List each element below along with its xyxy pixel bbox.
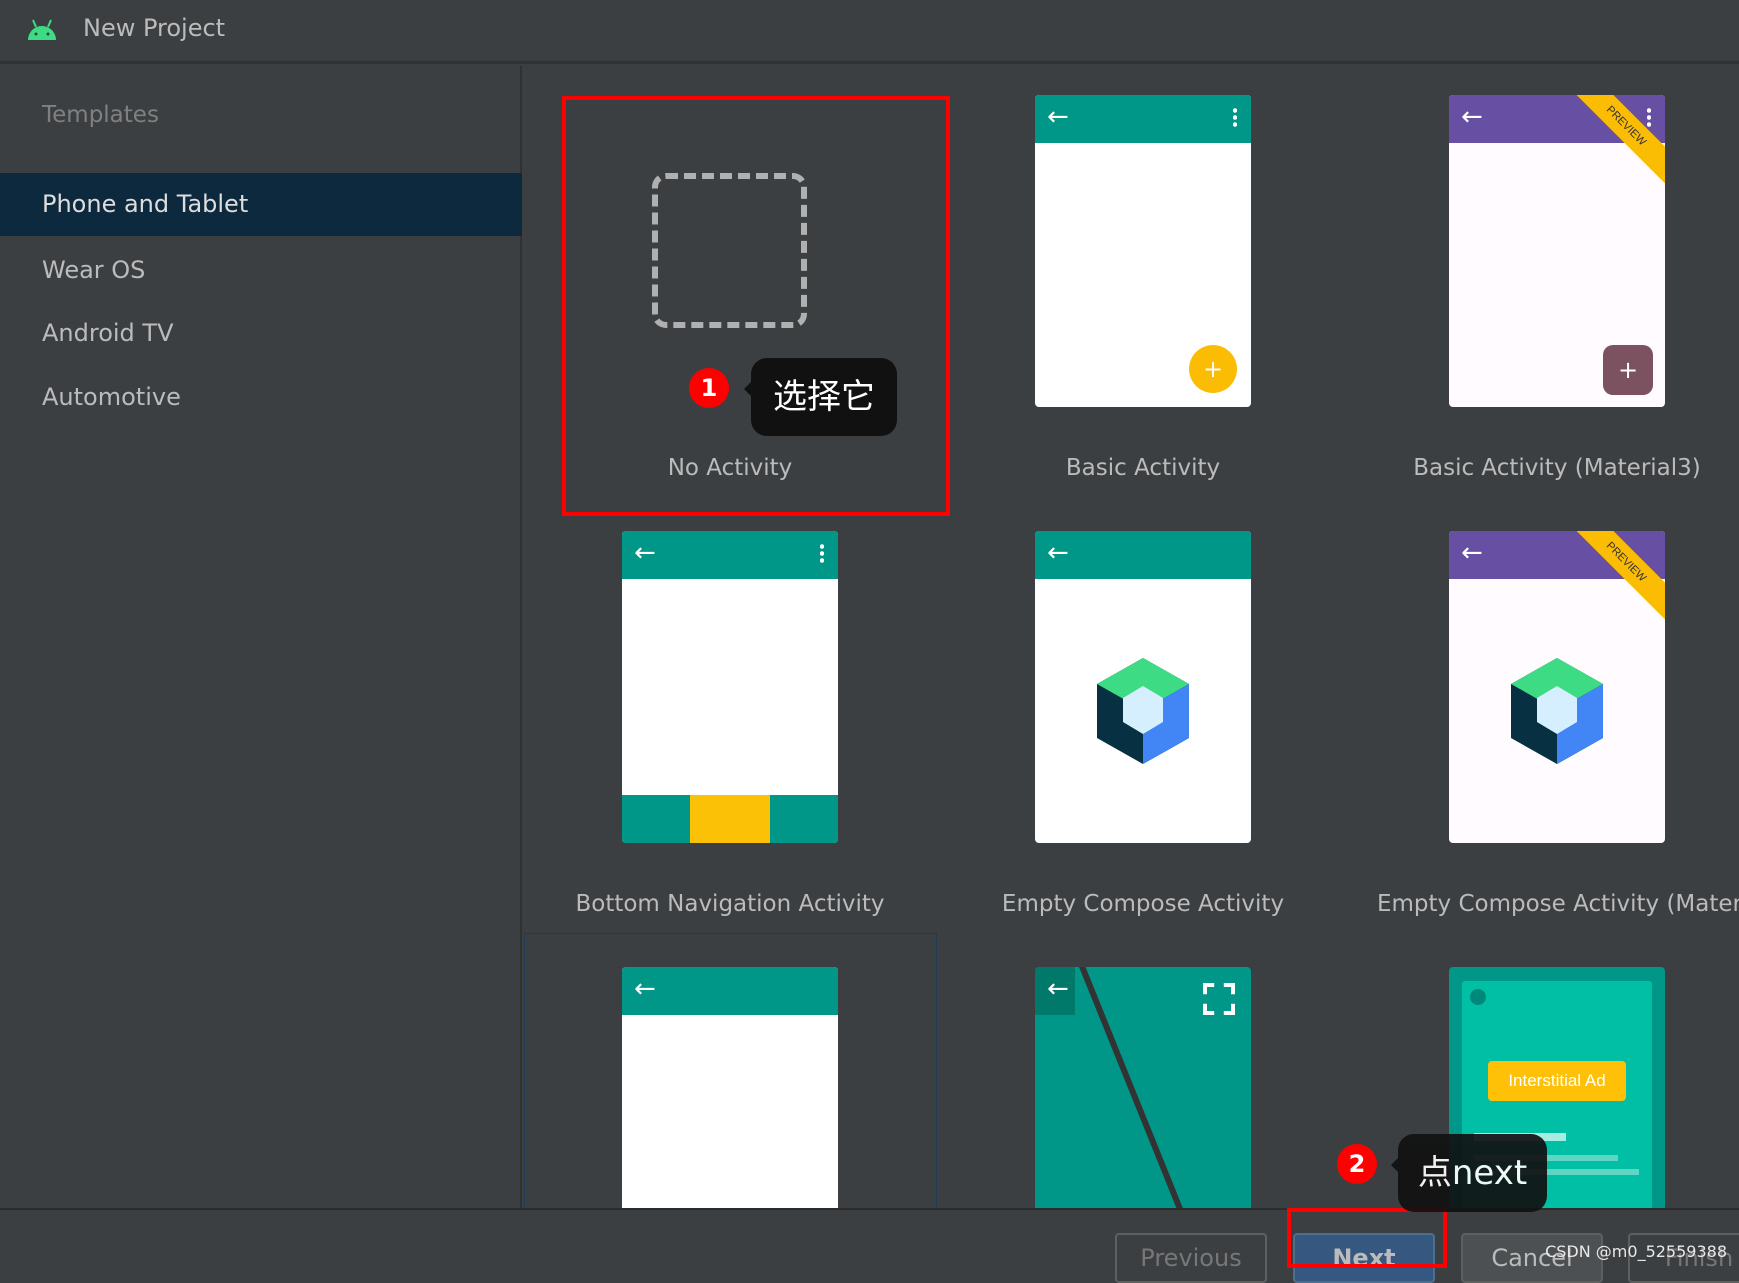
template-label: Empty Compose Activity (Material3) bbox=[1377, 891, 1739, 917]
previous-button[interactable]: Previous bbox=[1115, 1233, 1267, 1283]
template-empty-compose-activity-material3[interactable]: ← PREVIEW bbox=[1449, 531, 1665, 843]
annotation-callout: 点next bbox=[1391, 1134, 1547, 1212]
more-vert-icon bbox=[820, 543, 824, 563]
template-basic-activity-material3[interactable]: ← PREVIEW + bbox=[1449, 95, 1665, 407]
interstitial-ad-label: Interstitial Ad bbox=[1488, 1061, 1626, 1101]
watermark: CSDN @m0_52559388 bbox=[1545, 1242, 1727, 1261]
back-arrow-icon: ← bbox=[634, 974, 656, 1004]
template-label: Empty Compose Activity bbox=[1001, 891, 1285, 917]
template-label: Basic Activity (Material3) bbox=[1413, 455, 1701, 481]
annotation-badge: 1 bbox=[689, 368, 729, 408]
title-bar: New Project bbox=[0, 0, 1739, 64]
sidebar-item-wear-os[interactable]: Wear OS bbox=[0, 239, 522, 302]
template-bottom-navigation-activity[interactable]: ← bbox=[622, 531, 838, 843]
annotation-callout: 选择它 bbox=[744, 358, 897, 436]
template-empty-compose-activity[interactable]: ← bbox=[1035, 531, 1251, 843]
more-vert-icon bbox=[1233, 107, 1237, 127]
sidebar-item-automotive[interactable]: Automotive bbox=[0, 366, 522, 429]
fab-plus-icon: + bbox=[1603, 345, 1653, 395]
template-label: Bottom Navigation Activity bbox=[575, 891, 885, 917]
template-fullscreen-activity[interactable]: ← bbox=[1035, 967, 1251, 1208]
sidebar-item-android-tv[interactable]: Android TV bbox=[0, 302, 522, 365]
template-label: Basic Activity bbox=[1065, 455, 1221, 481]
jetpack-compose-logo-icon bbox=[1097, 658, 1189, 764]
back-arrow-icon: ← bbox=[1047, 974, 1069, 1004]
window-title: New Project bbox=[83, 14, 226, 42]
bottom-nav-bar bbox=[622, 795, 838, 843]
jetpack-compose-logo-icon bbox=[1511, 658, 1603, 764]
back-arrow-icon: ← bbox=[1047, 538, 1069, 568]
fullscreen-icon bbox=[1203, 983, 1235, 1015]
sidebar-heading: Templates bbox=[42, 102, 159, 128]
back-arrow-icon: ← bbox=[634, 538, 656, 568]
template-empty-activity[interactable]: ← bbox=[622, 967, 838, 1208]
more-vert-icon bbox=[1647, 107, 1651, 127]
back-arrow-icon: ← bbox=[1461, 102, 1483, 132]
annotation-highlight-next bbox=[1287, 1208, 1447, 1268]
sidebar-item-phone-and-tablet[interactable]: Phone and Tablet bbox=[0, 173, 522, 236]
annotation-highlight-no-activity bbox=[562, 96, 950, 516]
template-basic-activity[interactable]: ← + bbox=[1035, 95, 1251, 407]
fab-plus-icon: + bbox=[1189, 345, 1237, 393]
template-category-sidebar: Templates Phone and Tablet Wear OS Andro… bbox=[0, 66, 522, 1208]
annotation-badge: 2 bbox=[1337, 1144, 1377, 1184]
android-icon bbox=[28, 19, 56, 40]
back-arrow-icon: ← bbox=[1461, 538, 1483, 568]
back-arrow-icon: ← bbox=[1047, 102, 1069, 132]
dialog-button-bar: Previous Next Cancel Finish bbox=[0, 1208, 1739, 1283]
